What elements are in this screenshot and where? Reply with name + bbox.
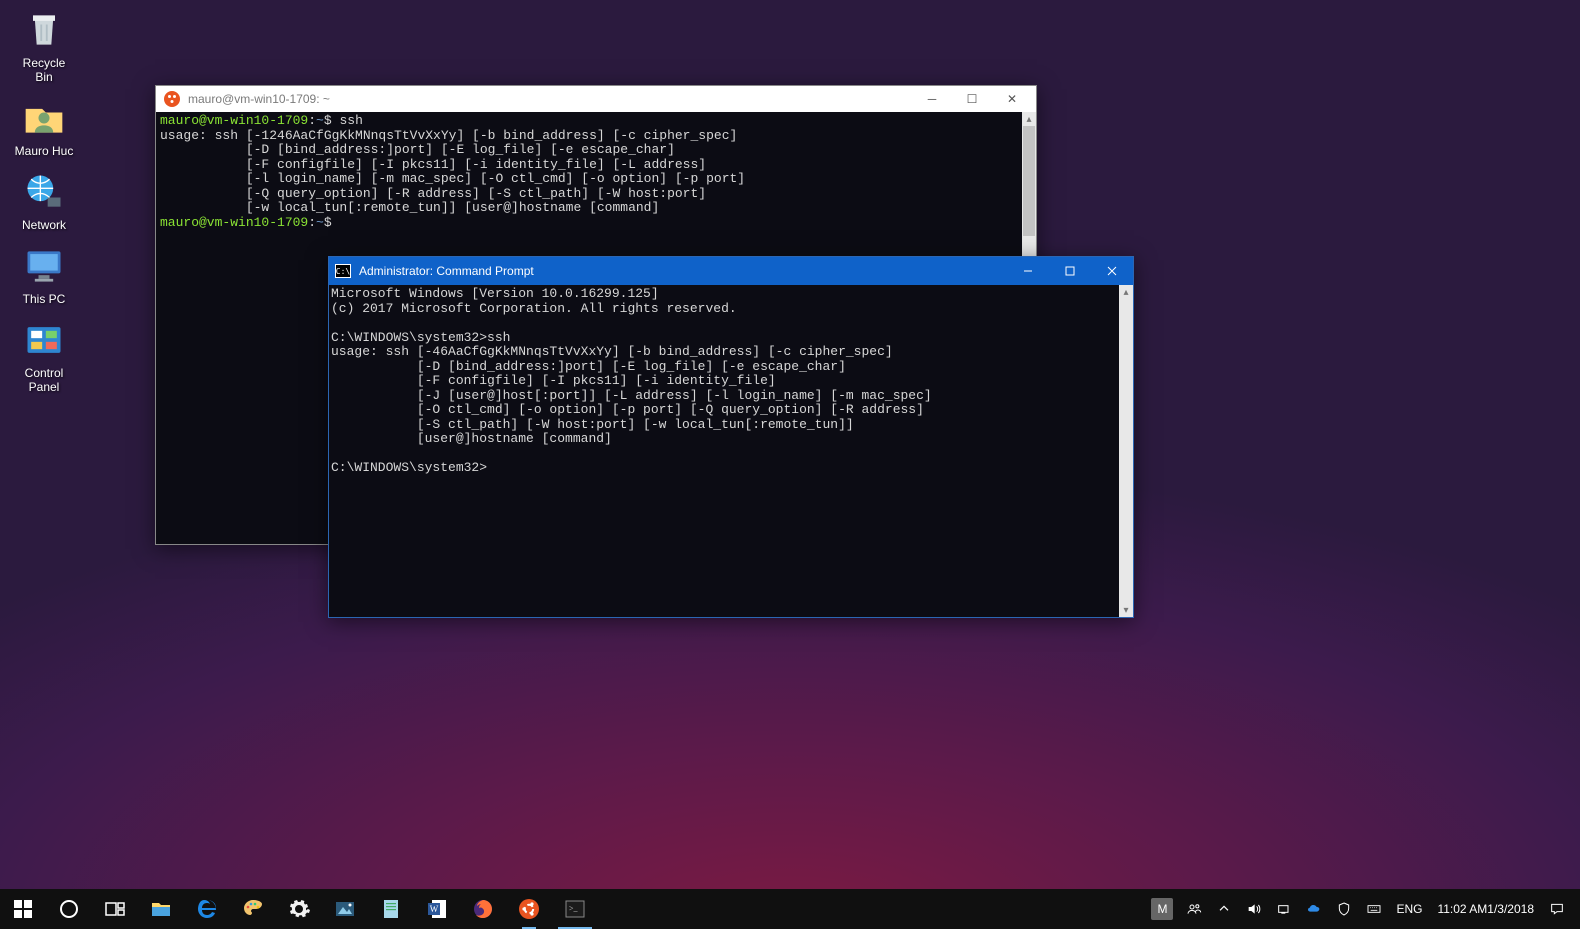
- clock-time: 11:02 AM: [1437, 903, 1487, 916]
- word-button[interactable]: W: [414, 889, 460, 929]
- command-prompt-button[interactable]: >_: [552, 889, 598, 929]
- cmd-window-title: Administrator: Command Prompt: [359, 264, 1007, 278]
- recycle-bin-icon: [20, 6, 68, 54]
- desktop-icon-user-folder[interactable]: Mauro Huc: [4, 94, 84, 158]
- minimize-button[interactable]: [1007, 257, 1049, 285]
- desktop-icon-control-panel[interactable]: Control Panel: [4, 316, 84, 394]
- desktop-icon-label: Recycle Bin: [4, 56, 84, 84]
- user-badge-letter: M: [1157, 902, 1167, 916]
- desktop-icon-network[interactable]: Network: [4, 168, 84, 232]
- cmd-titlebar[interactable]: C:\ Administrator: Command Prompt: [329, 257, 1133, 285]
- firefox-button[interactable]: [460, 889, 506, 929]
- tray-expand-icon[interactable]: [1209, 889, 1239, 929]
- scroll-thumb[interactable]: [1023, 126, 1035, 236]
- desktop-icons: Recycle Bin Mauro Huc Network This PC Co…: [4, 6, 84, 404]
- paint-button[interactable]: [230, 889, 276, 929]
- defender-icon[interactable]: [1329, 889, 1359, 929]
- onedrive-icon[interactable]: [1299, 889, 1329, 929]
- cmd-window[interactable]: C:\ Administrator: Command Prompt Micros…: [328, 256, 1134, 618]
- scroll-up-arrow-icon[interactable]: ▴: [1022, 112, 1036, 126]
- action-center-icon[interactable]: [1542, 889, 1572, 929]
- language-text: ENG: [1396, 902, 1422, 916]
- scroll-down-arrow-icon[interactable]: ▾: [1119, 603, 1133, 617]
- desktop-icon-label: Control Panel: [4, 366, 84, 394]
- ubuntu-titlebar[interactable]: mauro@vm-win10-1709: ~ ─ ☐ ✕: [156, 86, 1036, 112]
- volume-icon[interactable]: [1239, 889, 1269, 929]
- ubuntu-logo-icon: [164, 91, 180, 107]
- ubuntu-window-title: mauro@vm-win10-1709: ~: [188, 92, 912, 106]
- file-explorer-button[interactable]: [138, 889, 184, 929]
- scroll-up-arrow-icon[interactable]: ▴: [1119, 285, 1133, 299]
- clock-date: 1/3/2018: [1487, 903, 1534, 916]
- maximize-button[interactable]: [1049, 257, 1091, 285]
- network-icon: [20, 168, 68, 216]
- user-badge[interactable]: M: [1151, 898, 1173, 920]
- control-panel-icon: [20, 316, 68, 364]
- cortana-button[interactable]: [46, 889, 92, 929]
- desktop-icon-this-pc[interactable]: This PC: [4, 242, 84, 306]
- desktop[interactable]: Recycle Bin Mauro Huc Network This PC Co…: [0, 0, 1580, 929]
- show-desktop-button[interactable]: [1572, 889, 1580, 929]
- svg-text:>_: >_: [569, 904, 579, 913]
- clock[interactable]: 11:02 AM 1/3/2018: [1429, 889, 1542, 929]
- edge-browser-button[interactable]: [184, 889, 230, 929]
- close-button[interactable]: [1091, 257, 1133, 285]
- maximize-button[interactable]: ☐: [952, 88, 992, 110]
- network-tray-icon[interactable]: [1269, 889, 1299, 929]
- start-button[interactable]: [0, 889, 46, 929]
- settings-button[interactable]: [276, 889, 322, 929]
- desktop-icon-recycle-bin[interactable]: Recycle Bin: [4, 6, 84, 84]
- minimize-button[interactable]: ─: [912, 88, 952, 110]
- desktop-icon-label: This PC: [4, 292, 84, 306]
- language-indicator[interactable]: ENG: [1389, 889, 1429, 929]
- desktop-icon-label: Network: [4, 218, 84, 232]
- this-pc-icon: [20, 242, 68, 290]
- cmd-icon: C:\: [335, 264, 351, 278]
- taskbar[interactable]: W >_ M: [0, 889, 1580, 929]
- notepad-button[interactable]: [368, 889, 414, 929]
- cmd-terminal-output[interactable]: Microsoft Windows [Version 10.0.16299.12…: [329, 285, 1119, 617]
- user-folder-icon: [20, 94, 68, 142]
- close-button[interactable]: ✕: [992, 88, 1032, 110]
- task-view-button[interactable]: [92, 889, 138, 929]
- people-icon[interactable]: [1179, 889, 1209, 929]
- desktop-icon-label: Mauro Huc: [4, 144, 84, 158]
- cmd-scrollbar[interactable]: ▴ ▾: [1119, 285, 1133, 617]
- system-tray: M ENG: [1151, 889, 1580, 929]
- svg-text:W: W: [430, 904, 439, 914]
- keyboard-icon[interactable]: [1359, 889, 1389, 929]
- ubuntu-terminal-button[interactable]: [506, 889, 552, 929]
- photos-button[interactable]: [322, 889, 368, 929]
